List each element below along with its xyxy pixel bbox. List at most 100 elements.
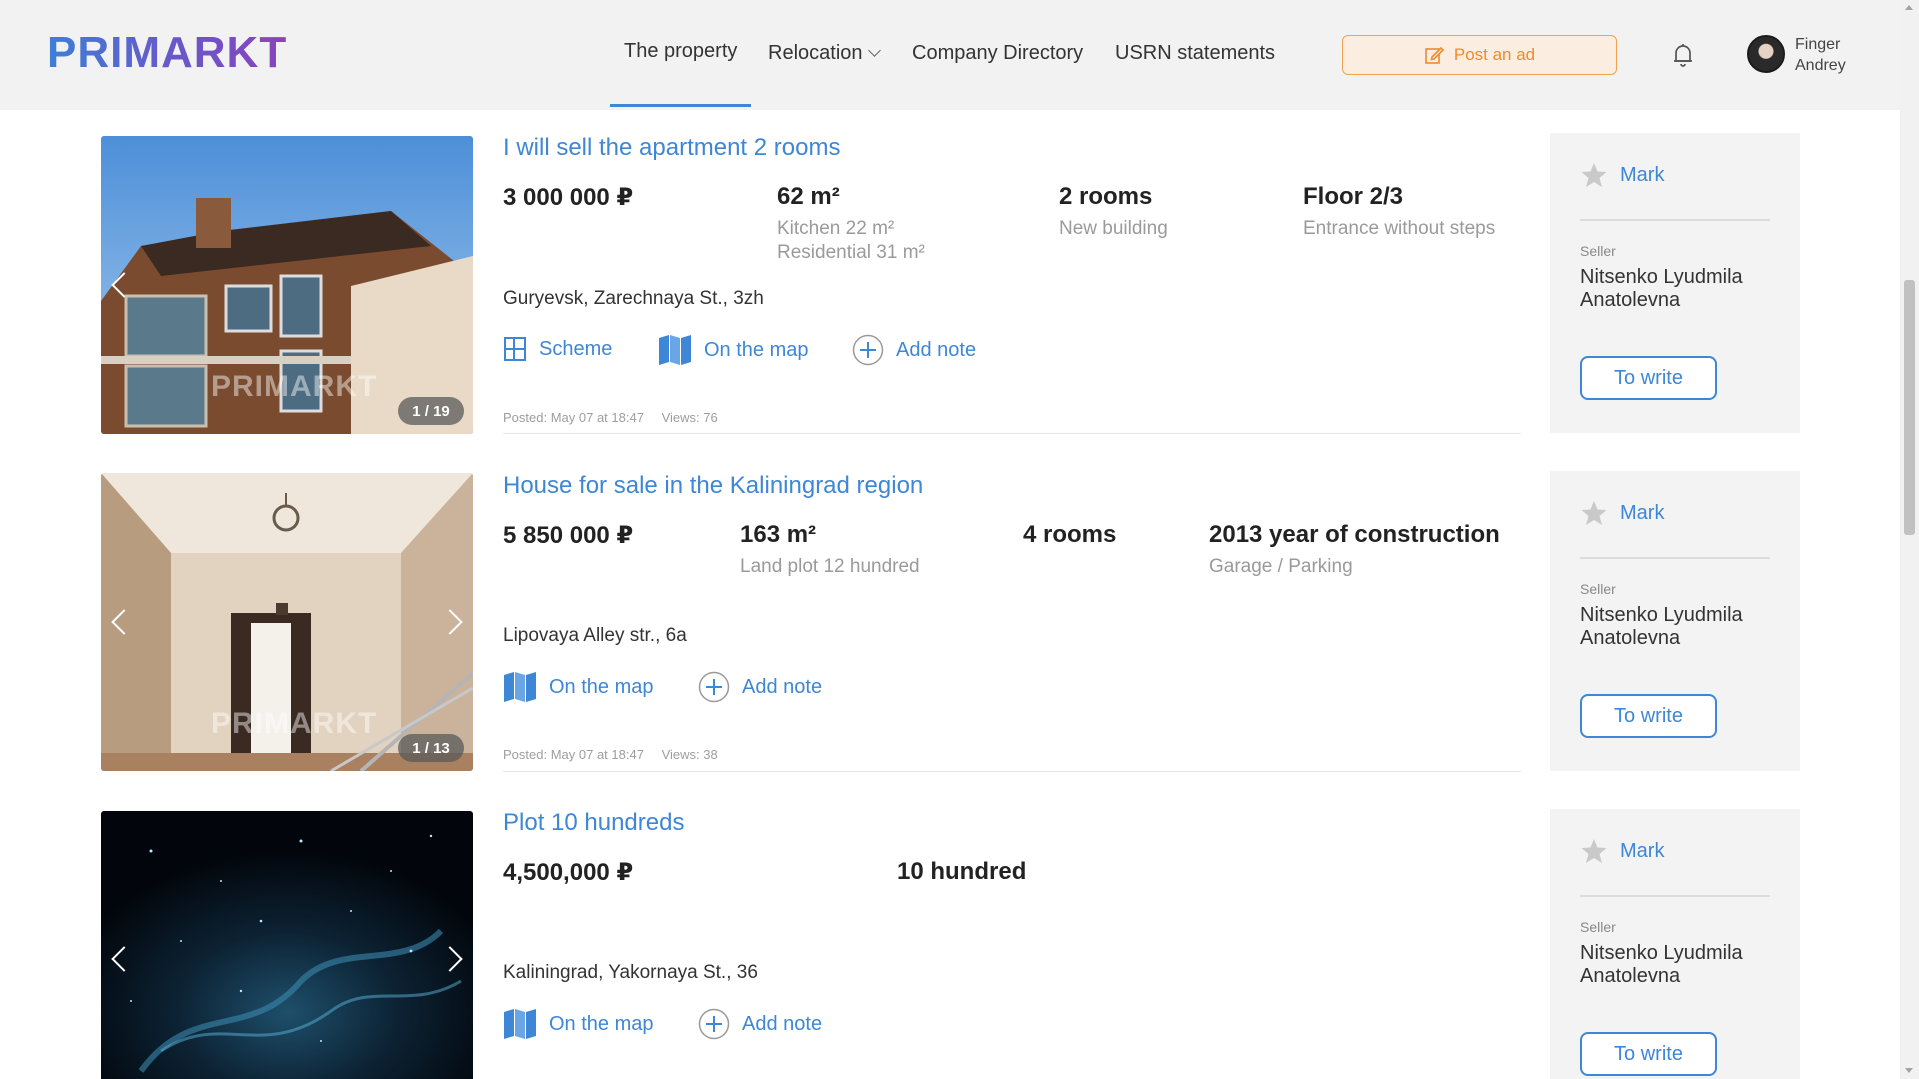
floor-value: Floor 2/3 — [1303, 183, 1404, 210]
to-write-button[interactable]: To write — [1580, 1032, 1717, 1076]
map-icon — [504, 1009, 536, 1039]
seller-name[interactable]: Nitsenko Lyudmila Anatolevna — [1580, 942, 1800, 988]
star-icon — [1581, 163, 1607, 187]
mark-button[interactable]: Mark — [1580, 837, 1664, 865]
chevron-down-icon — [867, 44, 881, 57]
listing-area: 62 m² Kitchen 22 m² Residential 31 m² — [777, 183, 925, 265]
listing-address: Lipovaya Alley str., 6a — [503, 625, 687, 646]
rooms-value: 2 rooms — [1059, 183, 1153, 210]
rooms-value: 4 rooms — [1023, 521, 1117, 548]
price-value: 4,500,000 ₽ — [503, 859, 634, 886]
scheme-label: Scheme — [539, 337, 613, 360]
map-icon — [504, 672, 536, 702]
vertical-scrollbar[interactable] — [1900, 0, 1919, 1079]
seller-panel: Mark Seller Nitsenko Lyudmila Anatolevna… — [1550, 471, 1800, 771]
on-the-map-link[interactable]: On the map — [658, 334, 809, 366]
area-value: 10 hundred — [897, 858, 1027, 885]
on-the-map-link[interactable]: On the map — [503, 671, 654, 703]
listing-area: 10 hundred — [897, 858, 1026, 886]
listing-title[interactable]: I will sell the apartment 2 rooms — [503, 134, 840, 162]
mark-button[interactable]: Mark — [1580, 499, 1664, 527]
on-the-map-label: On the map — [549, 1012, 654, 1035]
garage-info: Garage / Parking — [1209, 556, 1353, 577]
nav-the-property[interactable]: The property — [609, 40, 752, 107]
scroll-up-arrow-icon[interactable] — [1905, 5, 1913, 10]
seller-label: Seller — [1580, 243, 1616, 259]
area-value: 163 m² — [740, 521, 817, 548]
seller-name[interactable]: Nitsenko Lyudmila Anatolevna — [1580, 266, 1800, 312]
user-last-name: Andrey — [1795, 57, 1846, 74]
divider — [1580, 557, 1770, 559]
views-count: Views: 38 — [661, 747, 718, 762]
logo[interactable]: PRIMARKT — [47, 28, 287, 78]
mark-label: Mark — [1620, 839, 1665, 862]
photo-watermark: PRIMARKT — [211, 707, 378, 740]
divider — [1580, 219, 1770, 221]
seller-name[interactable]: Nitsenko Lyudmila Anatolevna — [1580, 604, 1800, 650]
star-icon — [1581, 501, 1607, 525]
top-header: PRIMARKT The property Relocation Company… — [0, 0, 1900, 110]
listing-photo[interactable]: PRIMARKT 1 / 13 — [101, 473, 473, 771]
mark-label: Mark — [1620, 163, 1665, 186]
edit-icon — [1425, 46, 1444, 64]
land-plot: Land plot 12 hundred — [740, 556, 920, 577]
listing-meta: Posted: May 07 at 18:47 Views: 38 — [503, 747, 718, 762]
nav-company-directory[interactable]: Company Directory — [912, 42, 1083, 65]
on-the-map-label: On the map — [549, 675, 654, 698]
posted-date: Posted: May 07 at 18:47 — [503, 747, 644, 762]
add-note-link[interactable]: Add note — [698, 671, 822, 703]
scheme-link[interactable]: Scheme — [503, 336, 612, 362]
divider — [503, 771, 1521, 772]
price-value: 3 000 000 ₽ — [503, 184, 634, 211]
add-note-link[interactable]: Add note — [698, 1008, 822, 1040]
plus-circle-icon — [698, 1008, 730, 1040]
add-note-link[interactable]: Add note — [852, 334, 976, 366]
plus-circle-icon — [698, 671, 730, 703]
to-write-button[interactable]: To write — [1580, 694, 1717, 738]
avatar[interactable] — [1747, 35, 1785, 73]
listing-price: 5 850 000 ₽ — [503, 521, 633, 550]
building-type: New building — [1059, 218, 1168, 239]
photo-watermark: PRIMARKT — [211, 370, 378, 403]
add-note-label: Add note — [896, 338, 977, 361]
bell-icon[interactable] — [1671, 42, 1695, 68]
scroll-thumb[interactable] — [1904, 280, 1915, 535]
listing-rooms: 2 rooms New building — [1059, 183, 1168, 241]
listing-photo[interactable]: PRIMARKT 1 / 19 — [101, 136, 473, 434]
area-value: 62 m² — [777, 183, 840, 210]
nav-usrn-statements[interactable]: USRN statements — [1115, 42, 1275, 65]
scroll-down-arrow-icon[interactable] — [1905, 1068, 1913, 1073]
user-name[interactable]: Finger Andrey — [1795, 34, 1846, 76]
user-first-name: Finger — [1795, 36, 1841, 53]
seller-label: Seller — [1580, 581, 1616, 597]
listing-price: 4,500,000 ₽ — [503, 858, 633, 887]
listing-meta: Posted: May 07 at 18:47 Views: 76 — [503, 410, 718, 425]
listing-floor: Floor 2/3 Entrance without steps — [1303, 183, 1495, 241]
nav-relocation[interactable]: Relocation — [768, 42, 881, 65]
map-icon — [659, 335, 691, 365]
on-the-map-label: On the map — [704, 338, 809, 361]
listing-title[interactable]: Plot 10 hundreds — [503, 809, 684, 837]
add-note-label: Add note — [742, 1012, 823, 1035]
price-value: 5 850 000 ₽ — [503, 522, 634, 549]
to-write-button[interactable]: To write — [1580, 356, 1717, 400]
post-ad-button[interactable]: Post an ad — [1342, 35, 1617, 75]
listing-title[interactable]: House for sale in the Kaliningrad region — [503, 472, 923, 500]
listing-price: 3 000 000 ₽ — [503, 183, 633, 212]
photo-counter: 1 / 13 — [398, 734, 464, 762]
kitchen-area: Kitchen 22 m² — [777, 218, 895, 239]
on-the-map-link[interactable]: On the map — [503, 1008, 654, 1040]
divider — [503, 433, 1521, 434]
nav-relocation-label: Relocation — [768, 42, 863, 64]
mark-button[interactable]: Mark — [1580, 161, 1664, 189]
space-photo — [101, 811, 473, 1079]
seller-panel: Mark Seller Nitsenko Lyudmila Anatolevna… — [1550, 809, 1800, 1079]
listing-photo[interactable] — [101, 811, 473, 1079]
listing-area: 163 m² Land plot 12 hundred — [740, 521, 920, 579]
plus-circle-icon — [852, 334, 884, 366]
listing-address: Kaliningrad, Yakornaya St., 36 — [503, 962, 758, 983]
listing-address: Guryevsk, Zarechnaya St., 3zh — [503, 288, 764, 309]
residential-area: Residential 31 m² — [777, 242, 925, 263]
seller-label: Seller — [1580, 919, 1616, 935]
listing-rooms: 4 rooms — [1023, 521, 1116, 549]
